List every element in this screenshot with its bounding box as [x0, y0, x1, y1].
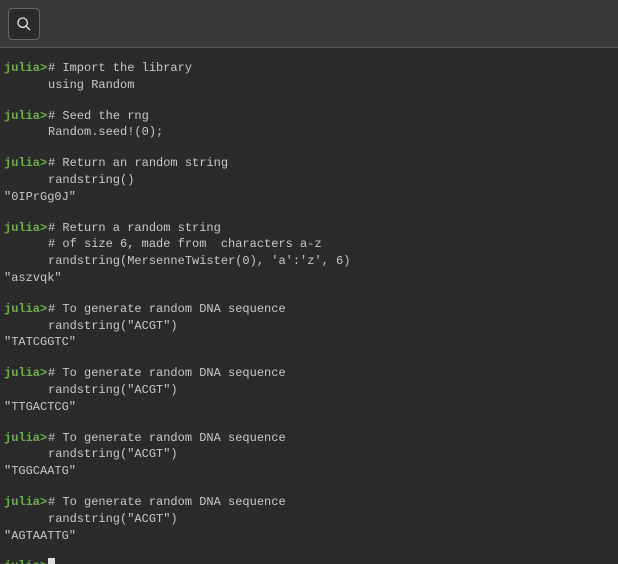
repl-block: julia># Import the libraryusing Random	[4, 60, 614, 94]
code-text: Random.seed!(0);	[48, 124, 163, 141]
code-text: # Seed the rng	[48, 108, 149, 125]
indent	[4, 124, 48, 141]
indent	[4, 382, 48, 399]
repl-prompt: julia>	[4, 301, 48, 318]
repl-prompt: julia>	[4, 494, 48, 511]
code-text: randstring("ACGT")	[48, 382, 178, 399]
code-text: # of size 6, made from characters a-z	[48, 236, 322, 253]
repl-line: randstring("ACGT")	[4, 382, 614, 399]
indent	[4, 253, 48, 270]
cursor	[48, 558, 55, 564]
repl-output: "AGTAATTG"	[4, 528, 614, 545]
code-text: randstring()	[48, 172, 134, 189]
code-text: # Import the library	[48, 60, 192, 77]
toolbar	[0, 0, 618, 48]
repl-block: julia># Return an random stringrandstrin…	[4, 155, 614, 205]
repl-line: julia># To generate random DNA sequence	[4, 301, 614, 318]
repl-line: randstring("ACGT")	[4, 318, 614, 335]
repl-current-line[interactable]: julia>	[4, 558, 614, 564]
terminal-output[interactable]: julia># Import the libraryusing Randomju…	[0, 48, 618, 564]
repl-block: julia># Return a random string# of size …	[4, 220, 614, 287]
indent	[4, 446, 48, 463]
indent	[4, 236, 48, 253]
code-text: randstring("ACGT")	[48, 446, 178, 463]
repl-prompt: julia>	[4, 155, 48, 172]
repl-block: julia># To generate random DNA sequencer…	[4, 430, 614, 480]
repl-line: julia># Return a random string	[4, 220, 614, 237]
repl-prompt: julia>	[4, 220, 48, 237]
repl-output: "TTGACTCG"	[4, 399, 614, 416]
repl-output: "TATCGGTC"	[4, 334, 614, 351]
repl-line: randstring(MersenneTwister(0), 'a':'z', …	[4, 253, 614, 270]
indent	[4, 318, 48, 335]
indent	[4, 77, 48, 94]
repl-line: julia># To generate random DNA sequence	[4, 430, 614, 447]
repl-prompt: julia>	[4, 108, 48, 125]
code-text: # Return an random string	[48, 155, 228, 172]
repl-block: julia># To generate random DNA sequencer…	[4, 365, 614, 415]
repl-line: randstring("ACGT")	[4, 446, 614, 463]
repl-prompt: julia>	[4, 558, 48, 564]
code-text: randstring("ACGT")	[48, 318, 178, 335]
repl-block: julia># To generate random DNA sequencer…	[4, 301, 614, 351]
repl-output: "aszvqk"	[4, 270, 614, 287]
repl-prompt: julia>	[4, 60, 48, 77]
indent	[4, 172, 48, 189]
repl-prompt: julia>	[4, 430, 48, 447]
repl-line: julia># Import the library	[4, 60, 614, 77]
repl-line: julia># Seed the rng	[4, 108, 614, 125]
code-text: randstring("ACGT")	[48, 511, 178, 528]
repl-output: "TGGCAATG"	[4, 463, 614, 480]
code-text: # To generate random DNA sequence	[48, 365, 286, 382]
repl-line: julia># To generate random DNA sequence	[4, 494, 614, 511]
repl-line: julia># Return an random string	[4, 155, 614, 172]
indent	[4, 511, 48, 528]
repl-line: # of size 6, made from characters a-z	[4, 236, 614, 253]
code-text: # Return a random string	[48, 220, 221, 237]
search-button[interactable]	[8, 8, 40, 40]
repl-block: julia># Seed the rngRandom.seed!(0);	[4, 108, 614, 142]
repl-line: randstring()	[4, 172, 614, 189]
repl-line: julia># To generate random DNA sequence	[4, 365, 614, 382]
code-text: using Random	[48, 77, 134, 94]
search-icon	[16, 16, 32, 32]
repl-line: randstring("ACGT")	[4, 511, 614, 528]
code-text: # To generate random DNA sequence	[48, 494, 286, 511]
repl-output: "0IPrGg0J"	[4, 189, 614, 206]
repl-prompt: julia>	[4, 365, 48, 382]
code-text: # To generate random DNA sequence	[48, 430, 286, 447]
code-text: randstring(MersenneTwister(0), 'a':'z', …	[48, 253, 350, 270]
code-text: # To generate random DNA sequence	[48, 301, 286, 318]
repl-block: julia># To generate random DNA sequencer…	[4, 494, 614, 544]
repl-line: using Random	[4, 77, 614, 94]
repl-line: Random.seed!(0);	[4, 124, 614, 141]
